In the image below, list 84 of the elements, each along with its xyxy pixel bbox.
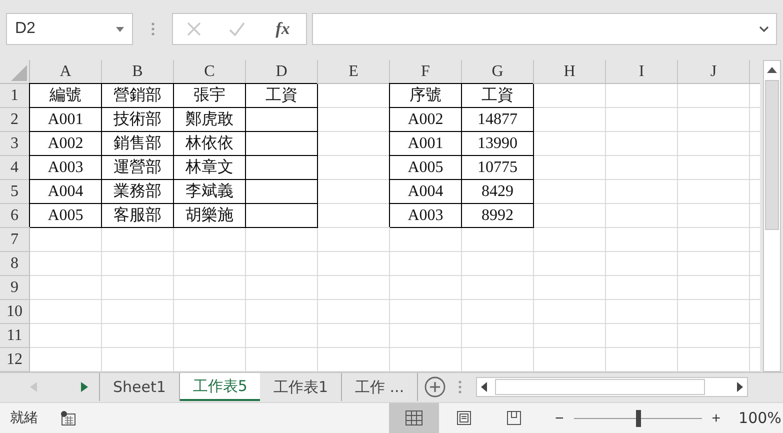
sheet-tab[interactable]: 工作 ... [342, 373, 418, 401]
column-header[interactable]: H [534, 60, 606, 84]
zoom-in-button[interactable]: + [708, 410, 725, 426]
table-cell[interactable]: 技術部 [102, 108, 174, 132]
column-header[interactable]: F [390, 60, 462, 84]
table-cell[interactable]: A003 [390, 204, 462, 228]
table-cell[interactable]: A004 [30, 180, 102, 204]
row-header[interactable]: 10 [0, 300, 30, 324]
table-cell[interactable]: A005 [30, 204, 102, 228]
table-cell[interactable]: 林章文 [174, 156, 246, 180]
previous-sheet-icon[interactable] [30, 382, 38, 392]
table-cell[interactable]: 10775 [462, 156, 534, 180]
row-header[interactable]: 4 [0, 156, 30, 180]
column-header[interactable]: B [102, 60, 174, 84]
cancel-icon[interactable] [187, 22, 202, 36]
grid-icon [405, 410, 423, 426]
vertical-scrollbar[interactable] [763, 60, 781, 372]
table-cell[interactable]: 業務部 [102, 180, 174, 204]
table-cell[interactable]: 13990 [462, 132, 534, 156]
table-cell[interactable]: 序號 [390, 84, 462, 108]
column-header[interactable]: C [174, 60, 246, 84]
table-cell[interactable]: 客服部 [102, 204, 174, 228]
slider-thumb[interactable] [636, 410, 641, 426]
zoom-level: 100% [738, 409, 782, 427]
row-header[interactable]: 9 [0, 276, 30, 300]
column-header[interactable]: D [246, 60, 318, 84]
row-header[interactable]: 3 [0, 132, 30, 156]
table-cell[interactable]: 14877 [462, 108, 534, 132]
status-text: 就緒 [10, 409, 38, 427]
row-header[interactable]: 11 [0, 324, 30, 348]
row-header[interactable]: 12 [0, 348, 30, 372]
table-cell[interactable]: A001 [30, 108, 102, 132]
normal-view-button[interactable] [389, 403, 439, 433]
insert-function-button[interactable]: fx [274, 19, 292, 39]
table-cell[interactable]: 林依依 [174, 132, 246, 156]
page-break-icon [506, 410, 522, 426]
column-header[interactable]: E [318, 60, 390, 84]
table-cell[interactable]: A001 [390, 132, 462, 156]
table-cell[interactable]: 營銷部 [102, 84, 174, 108]
table-cell[interactable]: 胡樂施 [174, 204, 246, 228]
table-cell[interactable]: A002 [390, 108, 462, 132]
column-header[interactable]: I [606, 60, 678, 84]
table-cell[interactable]: 8992 [462, 204, 534, 228]
row-header[interactable]: 5 [0, 180, 30, 204]
row-header[interactable]: 8 [0, 252, 30, 276]
table-cell[interactable]: 工資 [246, 84, 318, 108]
sheet-tab[interactable]: 工作表5 [180, 373, 260, 401]
chevron-down-icon[interactable] [759, 26, 769, 32]
column-header[interactable]: J [678, 60, 750, 84]
table-cell[interactable]: 編號 [30, 84, 102, 108]
table-cell[interactable]: 運營部 [102, 156, 174, 180]
zoom-out-button[interactable]: − [551, 410, 568, 426]
drag-handle-icon[interactable] [151, 22, 155, 36]
scroll-thumb[interactable] [495, 379, 706, 395]
formula-input[interactable] [312, 13, 777, 45]
table-cell[interactable]: A003 [30, 156, 102, 180]
select-all-icon[interactable] [11, 65, 27, 81]
table-cell[interactable]: A002 [30, 132, 102, 156]
table-cell[interactable]: 銷售部 [102, 132, 174, 156]
row-header[interactable]: 6 [0, 204, 30, 228]
next-sheet-icon[interactable] [80, 382, 88, 392]
row-header[interactable]: 2 [0, 108, 30, 132]
add-sheet-icon[interactable] [424, 376, 446, 398]
name-box[interactable]: D2 [6, 13, 133, 45]
column-header[interactable]: G [462, 60, 534, 84]
table-cell[interactable]: A005 [390, 156, 462, 180]
caret-icon [116, 26, 124, 32]
table-cell[interactable]: 張宇 [174, 84, 246, 108]
column-header[interactable]: A [30, 60, 102, 84]
table-cell[interactable]: 李斌義 [174, 180, 246, 204]
horizontal-scrollbar[interactable] [476, 377, 748, 397]
sheet-tab[interactable]: 工作表1 [260, 373, 342, 401]
scroll-thumb[interactable] [765, 80, 779, 230]
table-cell[interactable]: 8429 [462, 180, 534, 204]
table-cell[interactable]: A004 [390, 180, 462, 204]
drag-handle-icon[interactable] [458, 380, 462, 394]
table-cell[interactable] [246, 204, 318, 228]
table-cell[interactable]: 鄭虎敢 [174, 108, 246, 132]
macro-record-icon[interactable] [60, 410, 76, 426]
check-icon[interactable] [229, 22, 246, 36]
page-icon [456, 410, 472, 426]
row-header[interactable]: 1 [0, 84, 30, 108]
table-cell[interactable]: 工資 [462, 84, 534, 108]
row-header[interactable]: 7 [0, 228, 30, 252]
